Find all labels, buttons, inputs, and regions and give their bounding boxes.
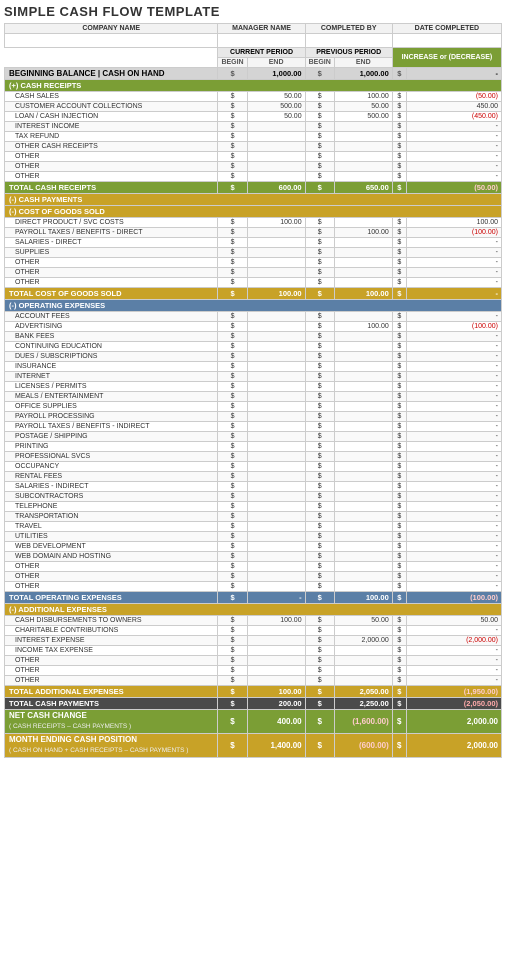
- bb-cv: 1,000.00: [247, 68, 305, 80]
- previous-period-label: PREVIOUS PERIOD: [305, 48, 392, 58]
- bb-id: $: [392, 68, 406, 80]
- list-item: CONTINUING EDUCATION $ $ $ -: [5, 342, 502, 352]
- current-period-label: CURRENT PERIOD: [218, 48, 305, 58]
- list-item: OTHER $ $ $ -: [5, 572, 502, 582]
- list-item: PROFESSIONAL SVCS $ $ $ -: [5, 452, 502, 462]
- manager-name-label: MANAGER NAME: [218, 24, 305, 34]
- list-item: DIRECT PRODUCT / SVC COSTS $ 100.00 $ $ …: [5, 218, 502, 228]
- bb-cd: $: [218, 68, 247, 80]
- total-cash-receipts-label: TOTAL CASH RECEIPTS: [5, 182, 218, 194]
- opex-header: (-) OPERATING EXPENSES: [5, 300, 502, 312]
- cogs-header: (-) COST OF GOODS SOLD: [5, 206, 502, 218]
- list-item: POSTAGE / SHIPPING $ $ $ -: [5, 432, 502, 442]
- page-title: SIMPLE CASH FLOW TEMPLATE: [4, 4, 502, 19]
- list-item: WEB DOMAIN AND HOSTING $ $ $ -: [5, 552, 502, 562]
- list-item: DUES / SUBSCRIPTIONS $ $ $ -: [5, 352, 502, 362]
- list-item: CASH SALES $ 50.00 $ 100.00 $ (50.00): [5, 92, 502, 102]
- list-item: OTHER $ $ $ -: [5, 666, 502, 676]
- list-item: PAYROLL TAXES / BENEFITS - DIRECT $ $ 10…: [5, 228, 502, 238]
- list-item: PAYROLL TAXES / BENEFITS - INDIRECT $ $ …: [5, 422, 502, 432]
- company-input-row: [5, 34, 502, 48]
- list-item: PRINTING $ $ $ -: [5, 442, 502, 452]
- bb-iv: -: [406, 68, 501, 80]
- list-item: LOAN / CASH INJECTION $ 50.00 $ 500.00 $…: [5, 112, 502, 122]
- list-item: OTHER $ $ $ -: [5, 152, 502, 162]
- list-item: OFFICE SUPPLIES $ $ $ -: [5, 402, 502, 412]
- total-opex-row: TOTAL OPERATING EXPENSES $ - $ 100.00 $ …: [5, 592, 502, 604]
- total-cash-receipts-row: TOTAL CASH RECEIPTS $ 600.00 $ 650.00 $ …: [5, 182, 502, 194]
- list-item: UTILITIES $ $ $ -: [5, 532, 502, 542]
- beginning-balance-label: BEGINNING BALANCE | CASH ON HAND: [5, 68, 218, 80]
- list-item: BANK FEES $ $ $ -: [5, 332, 502, 342]
- month-end-row: MONTH ENDING CASH POSITION ( CASH ON HAN…: [5, 733, 502, 757]
- list-item: PAYROLL PROCESSING $ $ $ -: [5, 412, 502, 422]
- curr-end-label: END: [247, 58, 305, 68]
- list-item: OTHER CASH RECEIPTS $ $ $ -: [5, 142, 502, 152]
- list-item: TRAVEL $ $ $ -: [5, 522, 502, 532]
- list-item: LICENSES / PERMITS $ $ $ -: [5, 382, 502, 392]
- total-addl-row: TOTAL ADDITIONAL EXPENSES $ 100.00 $ 2,0…: [5, 686, 502, 698]
- list-item: SALARIES - INDIRECT $ $ $ -: [5, 482, 502, 492]
- prev-end-label: END: [334, 58, 392, 68]
- list-item: WEB DEVELOPMENT $ $ $ -: [5, 542, 502, 552]
- prev-begin-label: BEGIN: [305, 58, 334, 68]
- list-item: TRANSPORTATION $ $ $ -: [5, 512, 502, 522]
- list-item: OTHER $ $ $ -: [5, 676, 502, 686]
- list-item: CHARITABLE CONTRIBUTIONS $ $ $ -: [5, 626, 502, 636]
- list-item: OTHER $ $ $ -: [5, 582, 502, 592]
- list-item: INTERNET $ $ $ -: [5, 372, 502, 382]
- list-item: OCCUPANCY $ $ $ -: [5, 462, 502, 472]
- increase-header: INCREASE or (DECREASE): [392, 48, 501, 68]
- list-item: INTEREST INCOME $ $ $ -: [5, 122, 502, 132]
- addl-header: (-) ADDITIONAL EXPENSES: [5, 604, 502, 616]
- net-cash-label: NET CASH CHANGE: [9, 711, 87, 720]
- list-item: CASH DISBURSEMENTS TO OWNERS $ 100.00 $ …: [5, 616, 502, 626]
- list-item: TELEPHONE $ $ $ -: [5, 502, 502, 512]
- list-item: ACCOUNT FEES $ $ $ -: [5, 312, 502, 322]
- list-item: SUBCONTRACTORS $ $ $ -: [5, 492, 502, 502]
- list-item: INTEREST EXPENSE $ $ 2,000.00 $ (2,000.0…: [5, 636, 502, 646]
- list-item: INSURANCE $ $ $ -: [5, 362, 502, 372]
- list-item: ADVERTISING $ $ 100.00 $ (100.00): [5, 322, 502, 332]
- list-item: OTHER $ $ $ -: [5, 268, 502, 278]
- list-item: OTHER $ $ $ -: [5, 562, 502, 572]
- list-item: OTHER $ $ $ -: [5, 278, 502, 288]
- cash-payments-header: (-) CASH PAYMENTS: [5, 194, 502, 206]
- list-item: OTHER $ $ $ -: [5, 258, 502, 268]
- net-cash-row: NET CASH CHANGE ( CASH RECEIPTS – CASH P…: [5, 710, 502, 734]
- list-item: MEALS / ENTERTAINMENT $ $ $ -: [5, 392, 502, 402]
- total-cash-payments-row: TOTAL CASH PAYMENTS $ 200.00 $ 2,250.00 …: [5, 698, 502, 710]
- total-cogs-row: TOTAL COST OF GOODS SOLD $ 100.00 $ 100.…: [5, 288, 502, 300]
- date-completed-label: DATE COMPLETED: [392, 24, 501, 34]
- list-item: OTHER $ $ $ -: [5, 656, 502, 666]
- curr-begin-label: BEGIN: [218, 58, 247, 68]
- list-item: SUPPLIES $ $ $ -: [5, 248, 502, 258]
- list-item: OTHER $ $ $ -: [5, 162, 502, 172]
- bb-pv: 1,000.00: [334, 68, 392, 80]
- list-item: CUSTOMER ACCOUNT COLLECTIONS $ 500.00 $ …: [5, 102, 502, 112]
- list-item: RENTAL FEES $ $ $ -: [5, 472, 502, 482]
- cash-receipts-label: (+) CASH RECEIPTS: [5, 80, 502, 92]
- beginning-balance-row: BEGINNING BALANCE | CASH ON HAND $ 1,000…: [5, 68, 502, 80]
- list-item: TAX REFUND $ $ $ -: [5, 132, 502, 142]
- period-header-row: CURRENT PERIOD PREVIOUS PERIOD INCREASE …: [5, 48, 502, 58]
- list-item: INCOME TAX EXPENSE $ $ $ -: [5, 646, 502, 656]
- list-item: SALARIES - DIRECT $ $ $ -: [5, 238, 502, 248]
- month-end-sublabel: ( CASH ON HAND + CASH RECEIPTS – CASH PA…: [9, 747, 188, 754]
- month-end-label: MONTH ENDING CASH POSITION: [9, 735, 137, 744]
- list-item: OTHER $ $ $ -: [5, 172, 502, 182]
- company-name-label: COMPANY NAME: [5, 24, 218, 34]
- completed-by-label: COMPLETED BY: [305, 24, 392, 34]
- cash-receipts-header: (+) CASH RECEIPTS: [5, 80, 502, 92]
- net-cash-sublabel: ( CASH RECEIPTS – CASH PAYMENTS ): [9, 723, 131, 730]
- company-header-row: COMPANY NAME MANAGER NAME COMPLETED BY D…: [5, 24, 502, 34]
- bb-pd: $: [305, 68, 334, 80]
